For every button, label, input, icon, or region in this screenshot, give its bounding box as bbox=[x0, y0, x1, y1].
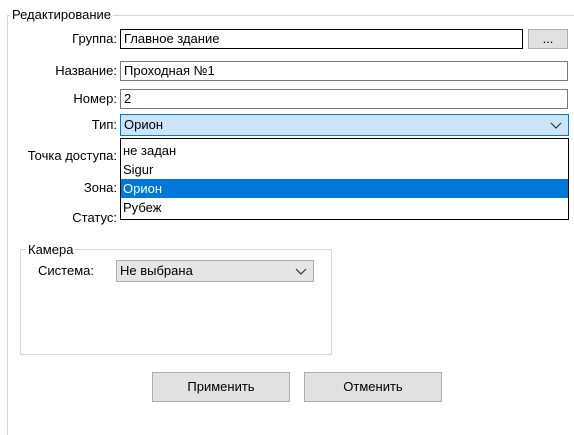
chevron-down-icon bbox=[295, 268, 307, 275]
apply-button[interactable]: Применить bbox=[152, 372, 290, 402]
type-option-rubezh[interactable]: Рубеж bbox=[121, 198, 568, 217]
type-option-sigur[interactable]: Sigur bbox=[121, 160, 568, 179]
type-combobox[interactable]: Орион bbox=[120, 114, 569, 136]
type-label: Тип: bbox=[91, 117, 117, 132]
apply-button-label: Применить bbox=[187, 379, 255, 394]
group-field[interactable]: Главное здание bbox=[120, 29, 523, 49]
chevron-down-icon bbox=[550, 122, 562, 129]
access-point-label: Точка доступа: bbox=[27, 148, 117, 163]
system-combobox[interactable]: Не выбрана bbox=[116, 260, 314, 282]
group-browse-button[interactable]: ... bbox=[528, 29, 568, 49]
browse-button-label: ... bbox=[542, 31, 554, 46]
group-label: Группа: bbox=[72, 31, 117, 46]
edit-groupbox-title: Редактирование bbox=[10, 7, 114, 22]
status-label: Статус: bbox=[72, 210, 117, 225]
system-label: Система: bbox=[38, 263, 94, 278]
cancel-button[interactable]: Отменить bbox=[304, 372, 442, 402]
zone-label: Зона: bbox=[83, 180, 117, 195]
system-combobox-value: Не выбрана bbox=[120, 263, 193, 278]
number-field[interactable]: 2 bbox=[120, 89, 568, 109]
camera-groupbox-title: Камера bbox=[26, 242, 76, 257]
cancel-button-label: Отменить bbox=[343, 379, 403, 394]
type-option-orion[interactable]: Орион bbox=[121, 179, 568, 198]
name-label: Название: bbox=[55, 63, 117, 78]
type-option-not-set[interactable]: не задан bbox=[121, 141, 568, 160]
type-dropdown-list[interactable]: не задан Sigur Орион Рубеж bbox=[120, 138, 569, 220]
type-combobox-value: Орион bbox=[124, 117, 164, 132]
name-field[interactable]: Проходная №1 bbox=[120, 61, 568, 81]
number-label: Номер: bbox=[73, 91, 117, 106]
